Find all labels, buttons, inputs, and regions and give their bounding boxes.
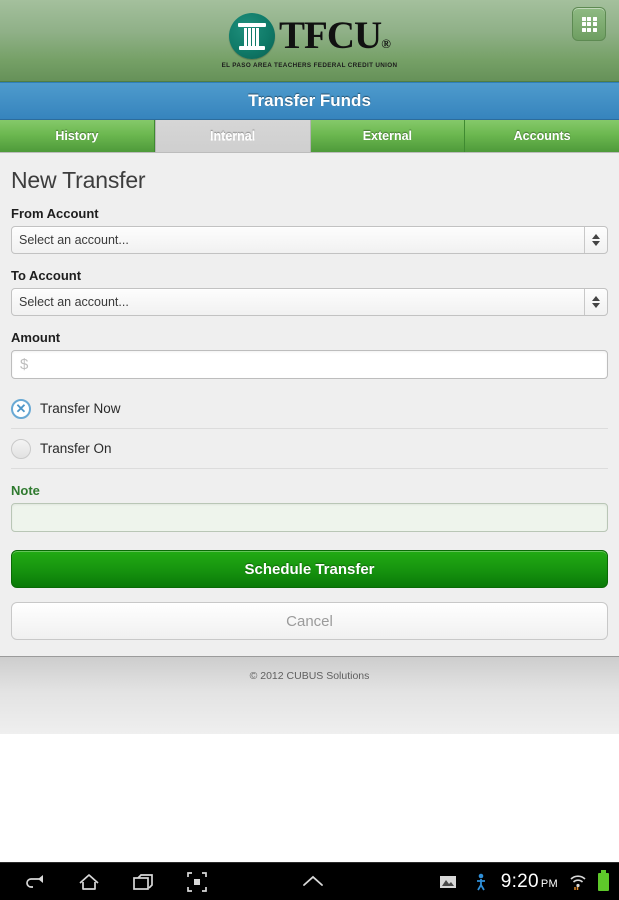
grid-menu-button[interactable]	[572, 7, 606, 41]
nav-buttons	[0, 869, 326, 895]
from-account-label: From Account	[11, 206, 99, 221]
copyright-text: © 2012 CUBUS Solutions	[249, 670, 370, 682]
transfer-now-label: Transfer Now	[40, 401, 121, 416]
back-icon[interactable]	[22, 869, 48, 895]
note-label: Note	[11, 483, 40, 498]
tab-bar: History Internal External Accounts	[0, 120, 619, 153]
logo-wordmark-text: TFCU	[279, 14, 382, 57]
amount-input[interactable]	[11, 350, 608, 379]
logo-wordmark: TFCU®	[279, 14, 391, 57]
usb-sync-icon	[468, 869, 494, 895]
home-icon[interactable]	[76, 869, 102, 895]
to-account-label: To Account	[11, 268, 82, 283]
page-title-bar: Transfer Funds	[0, 82, 619, 120]
up-down-arrows-icon	[584, 227, 607, 253]
tab-history[interactable]: History	[0, 120, 155, 152]
wifi-icon	[565, 869, 591, 895]
gallery-icon	[435, 869, 461, 895]
tab-internal[interactable]: Internal	[154, 120, 311, 152]
form-heading: New Transfer	[11, 167, 146, 193]
screenshot-icon[interactable]	[184, 869, 210, 895]
page-blank-area	[0, 734, 619, 818]
up-down-arrows-icon	[584, 289, 607, 315]
logo-row: TFCU®	[229, 12, 391, 59]
transfer-now-radio[interactable]: ✕	[11, 398, 31, 419]
transfer-form: New Transfer From Account Select an acco…	[0, 153, 619, 656]
logo-subtitle: EL PASO AREA TEACHERS FEDERAL CREDIT UNI…	[221, 61, 398, 69]
transfer-now-row[interactable]: ✕ Transfer Now	[11, 389, 608, 429]
transfer-on-radio[interactable]	[11, 438, 31, 459]
recent-apps-icon[interactable]	[130, 869, 156, 895]
to-account-value: Select an account...	[19, 295, 129, 309]
amount-label: Amount	[11, 330, 61, 345]
from-account-select[interactable]: Select an account...	[11, 226, 608, 254]
chevron-up-icon[interactable]	[300, 869, 326, 895]
to-account-select[interactable]: Select an account...	[11, 288, 608, 316]
note-input[interactable]	[11, 503, 608, 532]
battery-full-icon	[598, 869, 609, 891]
from-account-value: Select an account...	[19, 233, 129, 247]
tfcu-column-emblem-icon	[229, 12, 276, 59]
app-header: TFCU® EL PASO AREA TEACHERS FEDERAL CRED…	[0, 0, 619, 82]
tab-accounts[interactable]: Accounts	[465, 120, 619, 152]
clock-ampm: PM	[540, 877, 558, 890]
radio-selected-x-icon: ✕	[15, 401, 27, 416]
schedule-transfer-button[interactable]: Schedule Transfer	[11, 550, 608, 588]
tab-external[interactable]: External	[310, 120, 466, 152]
status-clock: 9:20 PM	[501, 871, 558, 893]
cancel-button[interactable]: Cancel	[11, 602, 608, 640]
transfer-on-label: Transfer On	[40, 441, 112, 456]
registered-mark: ®	[381, 36, 391, 51]
grid-menu-icon	[581, 16, 597, 32]
brand-logo: TFCU® EL PASO AREA TEACHERS FEDERAL CRED…	[221, 12, 398, 69]
clock-time: 9:20	[500, 870, 539, 892]
android-navigation-bar: 9:20 PM	[0, 862, 619, 900]
note-block: Note	[11, 483, 608, 536]
page-footer: © 2012 CUBUS Solutions	[0, 656, 619, 734]
transfer-on-row[interactable]: Transfer On	[11, 429, 608, 469]
status-icons: 9:20 PM	[435, 869, 619, 895]
page-title: Transfer Funds	[248, 91, 371, 110]
